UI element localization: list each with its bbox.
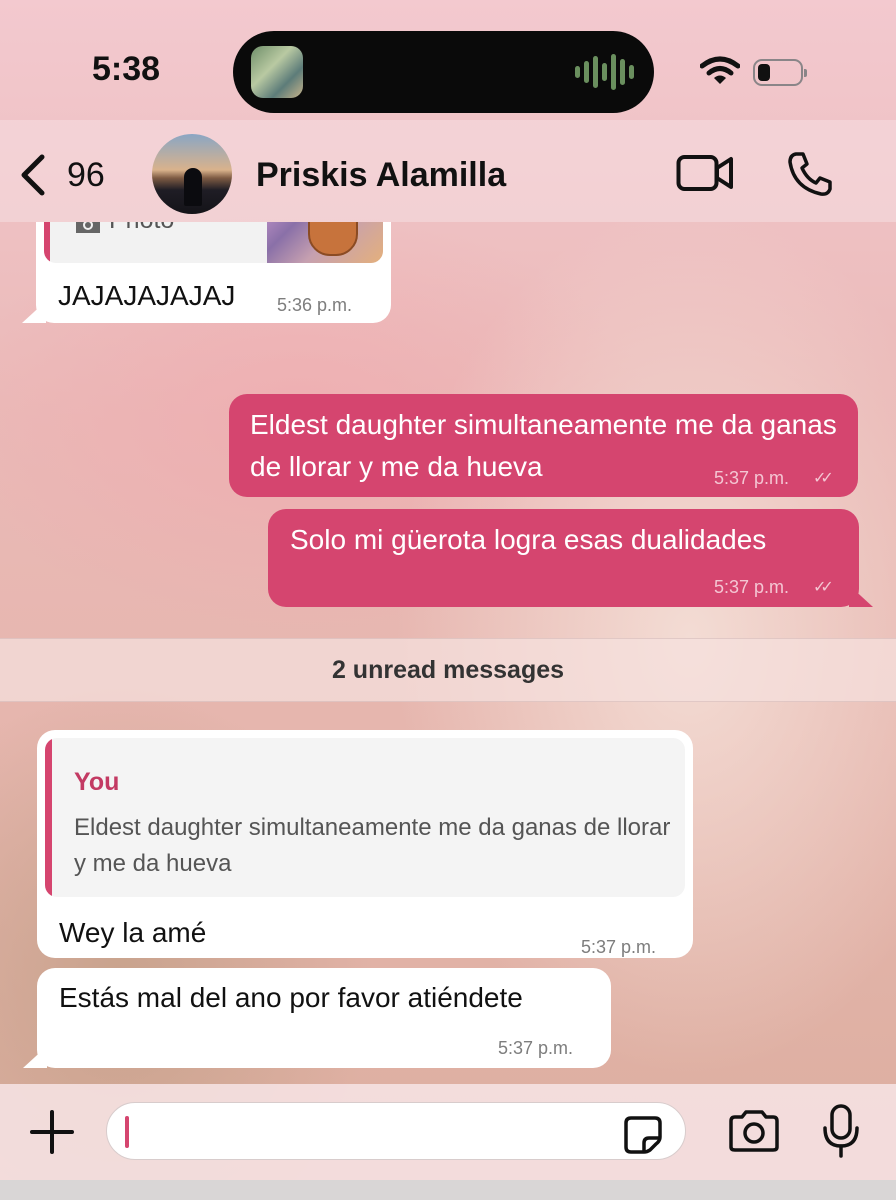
text-caret: [125, 1116, 129, 1148]
double-check-icon: ✓✓: [813, 470, 834, 487]
reply-preview[interactable]: You Eldest daughter simultaneamente me d…: [45, 738, 685, 897]
message-text: JAJAJAJAJAJ: [58, 280, 236, 311]
dynamic-island[interactable]: [233, 31, 654, 113]
reply-accent-bar: [45, 738, 52, 897]
reply-preview[interactable]: Photo: [44, 222, 383, 263]
double-check-icon: ✓✓: [813, 579, 834, 596]
wifi-icon: [700, 56, 740, 84]
audio-waveform-icon: [575, 53, 634, 91]
battery-icon: [753, 59, 807, 86]
message-text: Solo mi güerota logra esas dualidades: [290, 524, 767, 555]
home-indicator-area: [0, 1180, 896, 1200]
reply-text: Eldest daughter simultaneamente me da ga…: [74, 814, 671, 877]
video-camera-icon[interactable]: [676, 153, 734, 193]
message-time: 5:36 p.m.: [277, 295, 353, 315]
chat-header: 96 Priskis Alamilla: [0, 120, 896, 222]
message-text: Estás mal del ano por favor atiéndete: [59, 982, 523, 1013]
message-time: 5:37 p.m.: [714, 577, 790, 597]
message-time: 5:37 p.m.: [498, 1038, 574, 1058]
unread-divider: 2 unread messages: [0, 638, 896, 702]
camera-icon: [76, 222, 100, 233]
message-bubble-incoming[interactable]: Photo JAJAJAJAJAJ 5:36 p.m.: [36, 222, 391, 323]
message-list[interactable]: Photo JAJAJAJAJAJ 5:36 p.m. Eldest daugh…: [0, 222, 896, 1084]
reply-photo-label: Photo: [109, 222, 174, 235]
chevron-left-icon[interactable]: [18, 153, 48, 197]
reply-author: You: [74, 768, 120, 796]
now-playing-artwork: [251, 46, 303, 98]
hotdog-sticker-image: [308, 222, 358, 256]
message-text: Wey la amé: [59, 917, 207, 948]
sticker-icon[interactable]: [623, 1115, 663, 1155]
message-bubble-outgoing[interactable]: Solo mi güerota logra esas dualidades 5:…: [268, 509, 859, 607]
phone-icon[interactable]: [786, 150, 834, 198]
contact-avatar[interactable]: [152, 134, 232, 214]
message-bubble-outgoing[interactable]: Eldest daughter simultaneamente me da ga…: [229, 394, 858, 497]
message-bubble-incoming[interactable]: You Eldest daughter simultaneamente me d…: [37, 730, 693, 958]
reply-accent-bar: [44, 222, 50, 263]
message-time: 5:37 p.m.: [714, 468, 790, 488]
camera-icon[interactable]: [727, 1109, 781, 1153]
message-composer: [0, 1084, 896, 1180]
plus-icon[interactable]: [28, 1108, 76, 1156]
unread-divider-label: 2 unread messages: [331, 655, 565, 684]
message-bubble-incoming[interactable]: Estás mal del ano por favor atiéndete 5:…: [37, 968, 611, 1068]
back-unread-count[interactable]: 96: [67, 156, 105, 195]
message-time: 5:37 p.m.: [581, 937, 657, 957]
status-time: 5:38: [92, 50, 161, 88]
message-input[interactable]: [106, 1102, 686, 1160]
microphone-icon[interactable]: [821, 1104, 861, 1158]
contact-name[interactable]: Priskis Alamilla: [256, 156, 506, 195]
reply-photo-thumbnail: [267, 222, 383, 263]
